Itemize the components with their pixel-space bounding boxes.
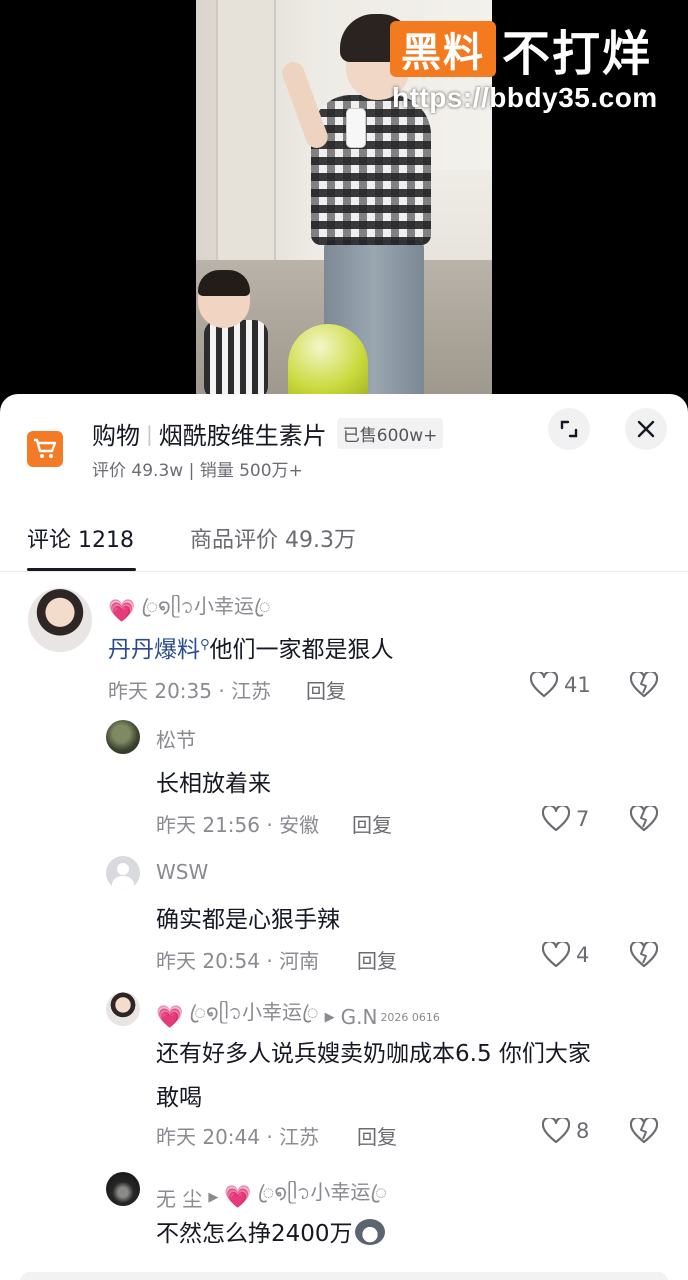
comment-username[interactable]: 松节 xyxy=(156,724,196,753)
dislike-button[interactable] xyxy=(629,1116,659,1148)
video-bottle xyxy=(346,108,366,148)
avatar[interactable] xyxy=(28,588,92,652)
expand-icon xyxy=(560,420,578,438)
like-button[interactable]: 8 xyxy=(542,1118,589,1144)
expand-button[interactable] xyxy=(548,408,590,450)
heart-emoji-icon: 💗 xyxy=(108,598,136,624)
comment-text: 确实都是心狠手辣 xyxy=(156,907,340,933)
comment-username[interactable]: WSW xyxy=(156,860,208,884)
reply-to-username[interactable]: ꦿ໑ᥫ᭡小幸运ꦿ xyxy=(258,1176,387,1218)
like-count: 4 xyxy=(576,943,590,967)
watermark-logo-box: 黑料 xyxy=(390,21,496,77)
watermark-url: https://bbdy35.com xyxy=(392,82,658,113)
search-icon: ⚲ xyxy=(200,637,210,653)
avatar[interactable] xyxy=(106,1172,140,1206)
video-background-door xyxy=(216,0,276,270)
comment-tabs: 评论 1218 商品评价 49.3万 xyxy=(0,512,688,572)
dislike-button[interactable] xyxy=(629,670,659,702)
reply-button[interactable]: 回复 xyxy=(357,945,397,974)
active-tab-indicator xyxy=(27,568,136,571)
broken-heart-icon xyxy=(629,940,659,968)
username-text: 无 尘 xyxy=(156,1186,203,1211)
comment-username[interactable]: 无 尘 ▶ 💗 ꦿ໑ᥫ᭡小幸运ꦿ xyxy=(156,1176,387,1218)
like-button[interactable]: 7 xyxy=(542,806,589,832)
title-divider: | xyxy=(146,421,153,446)
mention-link[interactable]: 丹丹爆料 xyxy=(108,637,200,663)
like-button[interactable]: 4 xyxy=(542,942,589,968)
close-icon xyxy=(637,420,655,438)
comment-body: 不然怎么挣2400万 xyxy=(156,1221,353,1247)
avatar[interactable] xyxy=(106,720,140,754)
reply-button[interactable]: 回复 xyxy=(357,1121,397,1150)
comment-time-location: 昨天 20:35 · 江苏 xyxy=(108,679,272,703)
tab-comments[interactable]: 评论 1218 xyxy=(27,522,134,554)
product-name: 烟酰胺维生素片 xyxy=(158,422,327,450)
like-count: 7 xyxy=(576,807,590,831)
like-count: 8 xyxy=(576,1119,590,1143)
video-kid-body xyxy=(204,320,268,400)
comment-text: 长相放着来 xyxy=(156,771,271,797)
comment-username[interactable]: 💗 ꦿ໑ᥫ᭡小幸运ꦿ ▶ G.N 2026 0616 xyxy=(156,996,440,1038)
reply-to-arrow-icon: ▶ xyxy=(324,1009,335,1025)
comment-time-location: 昨天 21:56 · 安徽 xyxy=(156,813,320,837)
reply-item: WSW 确实都是心狠手辣 昨天 20:54 · 河南 回复 4 xyxy=(0,850,688,980)
product-card[interactable]: 购物 | 烟酰胺维生素片 已售600w+ 评价 49.3w | 销量 500万+ xyxy=(0,394,688,494)
reply-to-tag: 2026 0616 xyxy=(380,1010,440,1024)
broken-heart-icon xyxy=(629,1116,659,1144)
comment-text-line: 敢喝 xyxy=(156,1085,202,1111)
comment-body: 他们一家都是狠人 xyxy=(209,637,394,663)
tab-product-reviews[interactable]: 商品评价 49.3万 xyxy=(190,522,356,554)
comment-time-location: 昨天 20:54 · 河南 xyxy=(156,949,320,973)
reply-button[interactable]: 回复 xyxy=(352,809,392,838)
broken-heart-icon xyxy=(629,670,659,698)
heart-outline-icon xyxy=(542,1118,570,1144)
dislike-button[interactable] xyxy=(629,804,659,836)
husky-emoji-icon xyxy=(354,1219,385,1245)
like-button[interactable]: 41 xyxy=(530,672,591,698)
username-text: ꦿ໑ᥫ᭡小幸运ꦿ xyxy=(141,594,271,618)
product-section-label: 购物 xyxy=(92,422,140,450)
heart-outline-icon xyxy=(542,806,570,832)
product-stats: 评价 49.3w | 销量 500万+ xyxy=(92,461,303,481)
comment-text: 丹丹爆料⚲他们一家都是狠人 xyxy=(108,630,394,664)
video-kid-hair xyxy=(198,270,250,296)
username-text: ꦿ໑ᥫ᭡小幸运ꦿ xyxy=(189,1000,319,1024)
reply-item: 💗 ꦿ໑ᥫ᭡小幸运ꦿ ▶ G.N 2026 0616 还有好多人说兵嫂卖奶咖成本… xyxy=(0,988,688,1164)
watermark-logo: 黑料 不打烊 xyxy=(390,20,652,81)
reply-to-username[interactable]: G.N xyxy=(341,1005,378,1029)
heart-outline-icon xyxy=(542,942,570,968)
broken-heart-icon xyxy=(629,804,659,832)
video-toy xyxy=(288,324,368,400)
video-woman-top xyxy=(311,95,431,245)
comment-sheet: 购物 | 烟酰胺维生素片 已售600w+ 评价 49.3w | 销量 500万+… xyxy=(0,394,688,1280)
heart-outline-icon xyxy=(530,672,558,698)
video-player[interactable]: 黑料 不打烊 https://bbdy35.com xyxy=(0,0,688,400)
heart-emoji-icon: 💗 xyxy=(156,1004,184,1030)
reply-to-arrow-icon: ▶ xyxy=(208,1189,219,1205)
sold-badge: 已售600w+ xyxy=(336,418,444,449)
comment-text: 不然怎么挣2400万 xyxy=(156,1214,385,1248)
shopping-cart-icon xyxy=(27,431,63,467)
avatar[interactable] xyxy=(106,992,140,1026)
watermark-slogan: 不打烊 xyxy=(502,28,653,81)
dislike-button[interactable] xyxy=(629,940,659,972)
heart-emoji-icon: 💗 xyxy=(224,1184,252,1210)
like-count: 41 xyxy=(564,673,591,697)
reply-button[interactable]: 回复 xyxy=(306,675,346,704)
reply-item: 松节 长相放着来 昨天 21:56 · 安徽 回复 7 xyxy=(0,714,688,844)
close-button[interactable] xyxy=(625,408,667,450)
comment-input-bar[interactable] xyxy=(20,1272,668,1280)
comment-item: 💗 ꦿ໑ᥫ᭡小幸运ꦿ 丹丹爆料⚲他们一家都是狠人 昨天 20:35 · 江苏 回… xyxy=(0,580,688,704)
comment-text-line: 还有好多人说兵嫂卖奶咖成本6.5 你们大家 xyxy=(156,1041,591,1067)
comment-username[interactable]: 💗 ꦿ໑ᥫ᭡小幸运ꦿ xyxy=(108,590,271,632)
avatar[interactable] xyxy=(106,856,140,890)
comment-time-location: 昨天 20:44 · 江苏 xyxy=(156,1125,320,1149)
reply-item: 无 尘 ▶ 💗 ꦿ໑ᥫ᭡小幸运ꦿ 不然怎么挣2400万 xyxy=(0,1168,688,1268)
product-title: 购物 | 烟酰胺维生素片 已售600w+ xyxy=(92,416,444,451)
